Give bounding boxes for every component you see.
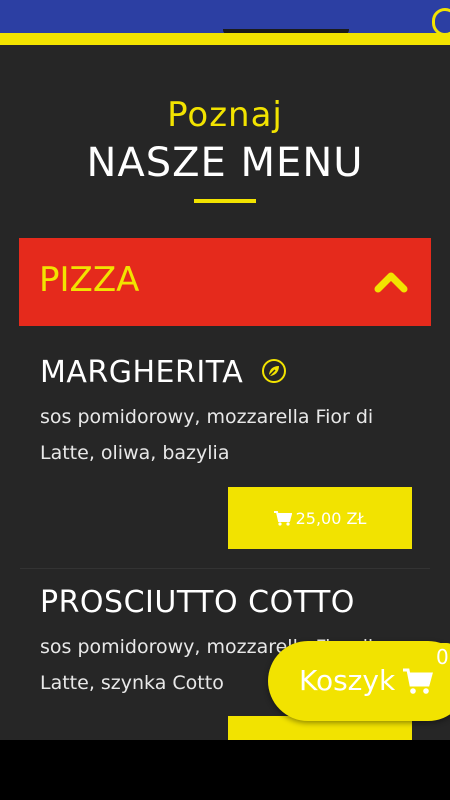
category-pizza-header[interactable]: PIZZA — [19, 238, 431, 326]
category-label: PIZZA — [39, 260, 140, 300]
menu-item: MARGHERITA sos pomidorowy, mozzarella Fi… — [40, 355, 420, 471]
item-name: PROSCIUTTO COTTO — [40, 585, 420, 621]
menu-header: Poznaj NASZE MENU — [0, 95, 450, 203]
add-to-cart-button[interactable]: 25,00 ZŁ — [228, 487, 412, 549]
item-description: sos pomidorowy, mozzarella Fior di Latte… — [40, 406, 374, 464]
menu-title: NASZE MENU — [86, 140, 364, 186]
item-name-text: PROSCIUTTO COTTO — [40, 585, 355, 620]
menu-subtitle: Poznaj — [167, 95, 283, 135]
cart-label: Koszyk — [299, 664, 396, 697]
cart-icon — [273, 510, 292, 526]
cart-button[interactable]: Koszyk — [268, 641, 450, 721]
price-label: 25,00 ZŁ — [295, 508, 367, 528]
chevron-up-icon[interactable] — [373, 268, 409, 294]
page-viewport: Poznaj NASZE MENU PIZZA MARGHERITA sos p… — [0, 0, 450, 740]
item-divider — [20, 568, 430, 569]
title-underline — [194, 199, 256, 203]
top-accent-stripe — [0, 33, 450, 45]
item-name: MARGHERITA — [40, 355, 420, 391]
cart-icon — [403, 668, 434, 694]
cart-count-badge: 0 — [428, 643, 450, 671]
leaf-icon — [262, 358, 287, 383]
item-name-text: MARGHERITA — [40, 355, 244, 390]
menu-toggle-icon[interactable] — [432, 8, 450, 36]
